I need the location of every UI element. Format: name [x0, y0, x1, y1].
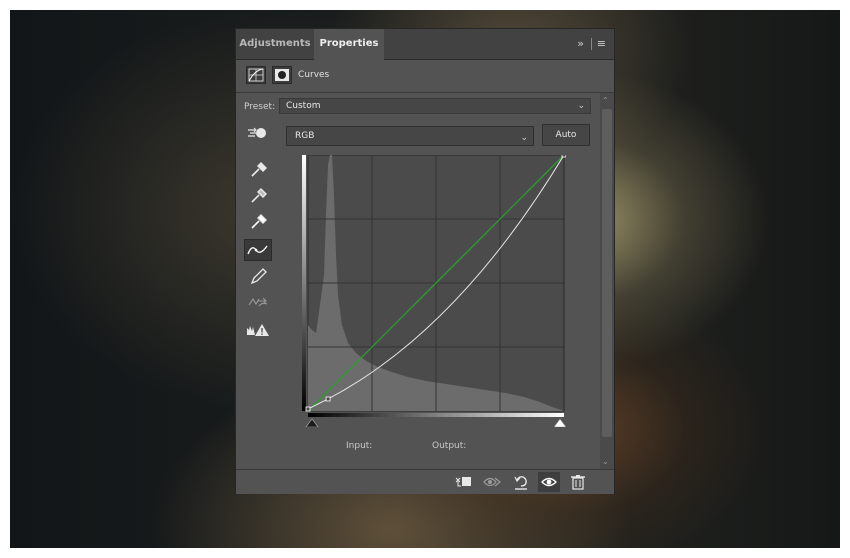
panel-tab-bar: Adjustments Properties » ≡	[236, 29, 614, 60]
curve-point[interactable]	[305, 406, 311, 412]
curves-adjustment-icon[interactable]	[246, 66, 266, 84]
tab-divider	[591, 38, 592, 50]
view-previous-state-icon[interactable]	[481, 472, 503, 492]
visibility-eye-icon[interactable]	[538, 472, 560, 492]
smooth-curve-icon[interactable]	[244, 291, 272, 313]
white-input-slider-icon[interactable]	[553, 418, 566, 427]
preset-label: Preset:	[244, 102, 276, 112]
curves-content: Preset: Custom ⌄ RGB ⌄ Auto Input: Outpu…	[236, 93, 600, 469]
collapse-panel-icon[interactable]: »	[577, 37, 584, 50]
layer-mask-icon[interactable]	[272, 66, 292, 84]
white-point-eyedropper-icon[interactable]	[244, 209, 272, 231]
delete-trash-icon[interactable]	[567, 472, 589, 492]
channel-value: RGB	[295, 131, 315, 141]
draw-curve-icon[interactable]	[244, 265, 272, 287]
preset-dropdown[interactable]: Custom ⌄	[279, 98, 591, 114]
gray-point-eyedropper-icon[interactable]	[244, 183, 272, 205]
tab-adjustments[interactable]: Adjustments	[236, 29, 314, 59]
black-point-eyedropper-icon[interactable]	[244, 157, 272, 179]
input-label: Input:	[346, 441, 373, 451]
curve-point[interactable]	[325, 396, 331, 402]
properties-header: Curves	[236, 60, 614, 93]
clip-to-layer-icon[interactable]	[452, 472, 474, 492]
output-label: Output:	[432, 441, 467, 451]
curves-graph[interactable]	[302, 155, 566, 427]
chevron-down-icon[interactable]: ⌄	[602, 457, 609, 466]
channel-dropdown[interactable]: RGB ⌄	[286, 126, 534, 146]
curve-point[interactable]	[561, 155, 566, 158]
panel-menu-icon[interactable]: ≡	[597, 37, 606, 50]
chevron-down-icon: ⌄	[520, 133, 528, 143]
panel-footer	[236, 469, 614, 494]
panel-scrollbar[interactable]: ⌃ ⌄	[600, 93, 614, 469]
adjustment-title: Curves	[298, 70, 330, 80]
tab-properties[interactable]: Properties	[314, 29, 384, 60]
auto-button[interactable]: Auto	[542, 124, 590, 146]
preset-value: Custom	[286, 101, 321, 111]
on-image-adjust-icon[interactable]	[244, 123, 272, 145]
chevron-up-icon[interactable]: ⌃	[602, 96, 609, 105]
clipping-warning-icon[interactable]	[244, 319, 272, 341]
edit-points-icon[interactable]	[244, 239, 272, 261]
black-input-slider-icon[interactable]	[305, 418, 319, 427]
reset-icon[interactable]	[510, 472, 532, 492]
scroll-thumb[interactable]	[602, 109, 612, 437]
properties-panel: Adjustments Properties » ≡ Curves Preset…	[235, 28, 615, 494]
output-gradient-bar	[302, 155, 306, 411]
input-gradient-bar	[308, 413, 564, 417]
chevron-down-icon: ⌄	[577, 101, 585, 111]
